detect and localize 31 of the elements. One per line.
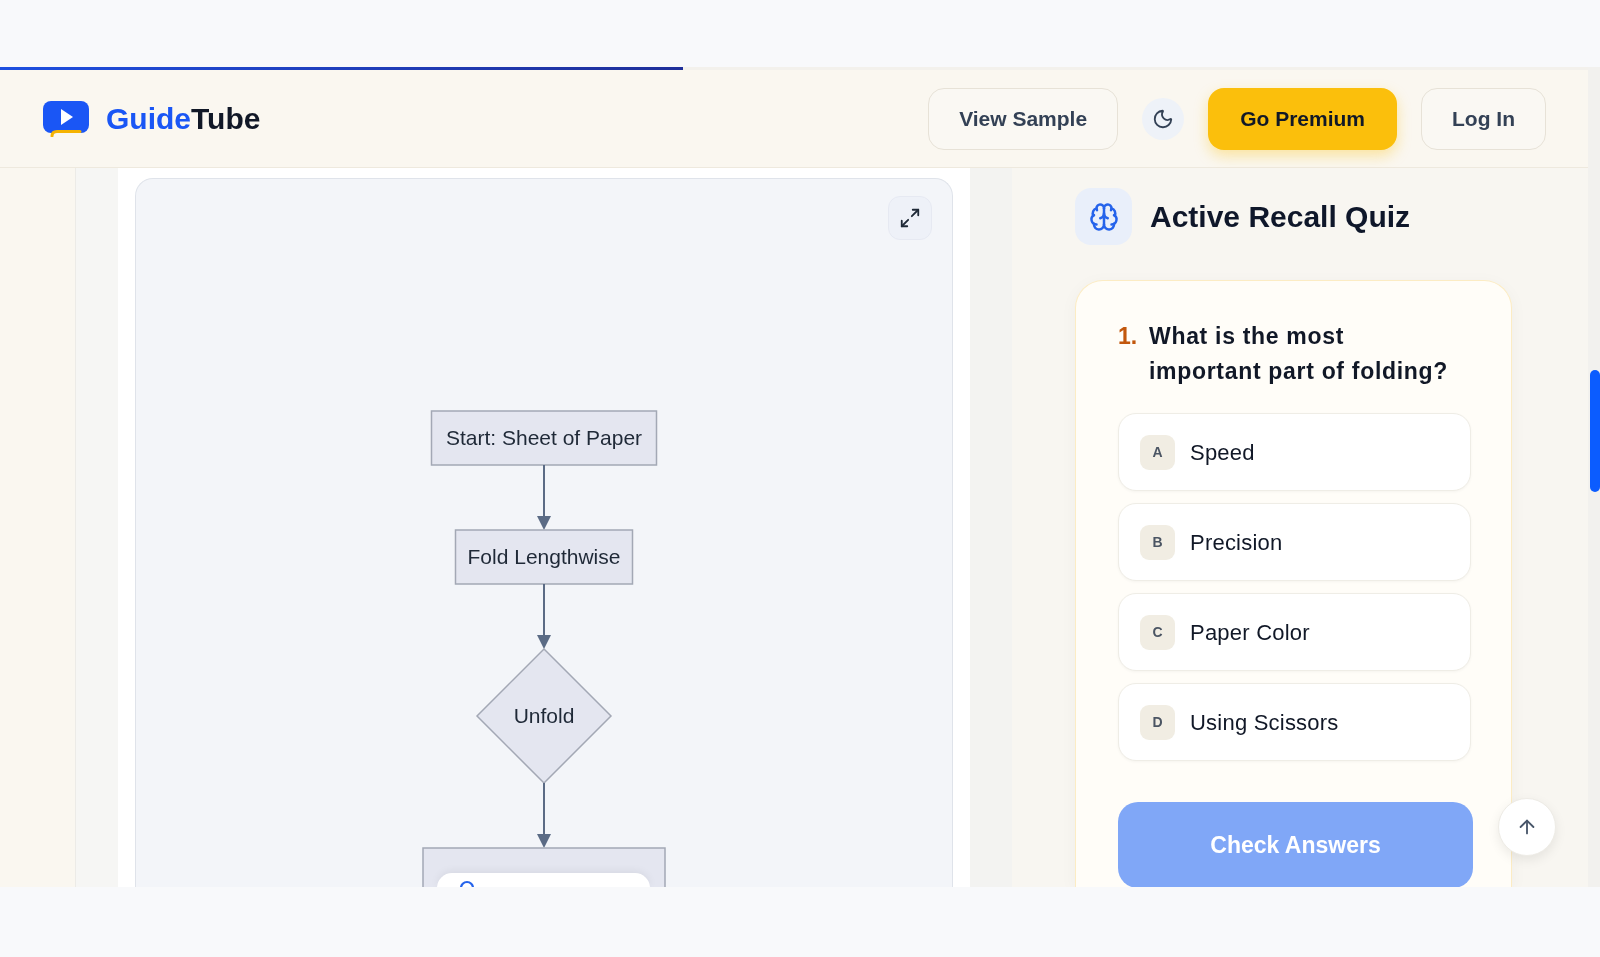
moon-icon xyxy=(1152,107,1175,130)
option-text: Using Scissors xyxy=(1190,708,1339,737)
option-text: Precision xyxy=(1190,528,1283,557)
answer-option[interactable]: C Paper Color xyxy=(1118,593,1471,671)
nav-button[interactable]: View Sample xyxy=(928,87,1119,150)
node-label: Unfold xyxy=(513,704,575,727)
premium-button[interactable]: Go Premium xyxy=(1208,87,1397,150)
brand-name: GuideTube xyxy=(106,103,261,134)
play-logo-icon xyxy=(43,100,89,137)
expand-icon xyxy=(899,207,921,229)
brain-icon xyxy=(1075,188,1132,245)
option-letter: A xyxy=(1140,434,1175,470)
nav-button[interactable]: Log In xyxy=(1421,87,1546,150)
question-number: 1. xyxy=(1118,322,1139,351)
option-letter: D xyxy=(1140,704,1175,740)
flow-arrow xyxy=(537,782,551,848)
node-label: Start: Sheet of Paper xyxy=(445,426,643,449)
answer-option[interactable]: D Using Scissors xyxy=(1118,683,1471,761)
scrollbar-thumb[interactable] xyxy=(1590,370,1600,492)
option-letter: C xyxy=(1140,614,1175,650)
answer-option[interactable]: B Precision xyxy=(1118,503,1471,581)
option-text: Paper Color xyxy=(1190,618,1310,647)
option-text: Speed xyxy=(1190,438,1255,467)
quiz-title: Active Recall Quiz xyxy=(1150,199,1411,235)
flow-arrow xyxy=(537,583,551,649)
flow-arrow xyxy=(537,464,551,530)
option-letter: B xyxy=(1140,524,1175,560)
question-text: What is the most important part of folding? xyxy=(1149,322,1449,386)
answer-option[interactable]: A Speed xyxy=(1118,413,1471,491)
node-label: Fold Lengthwise xyxy=(467,545,621,568)
expand-button[interactable] xyxy=(888,196,932,240)
